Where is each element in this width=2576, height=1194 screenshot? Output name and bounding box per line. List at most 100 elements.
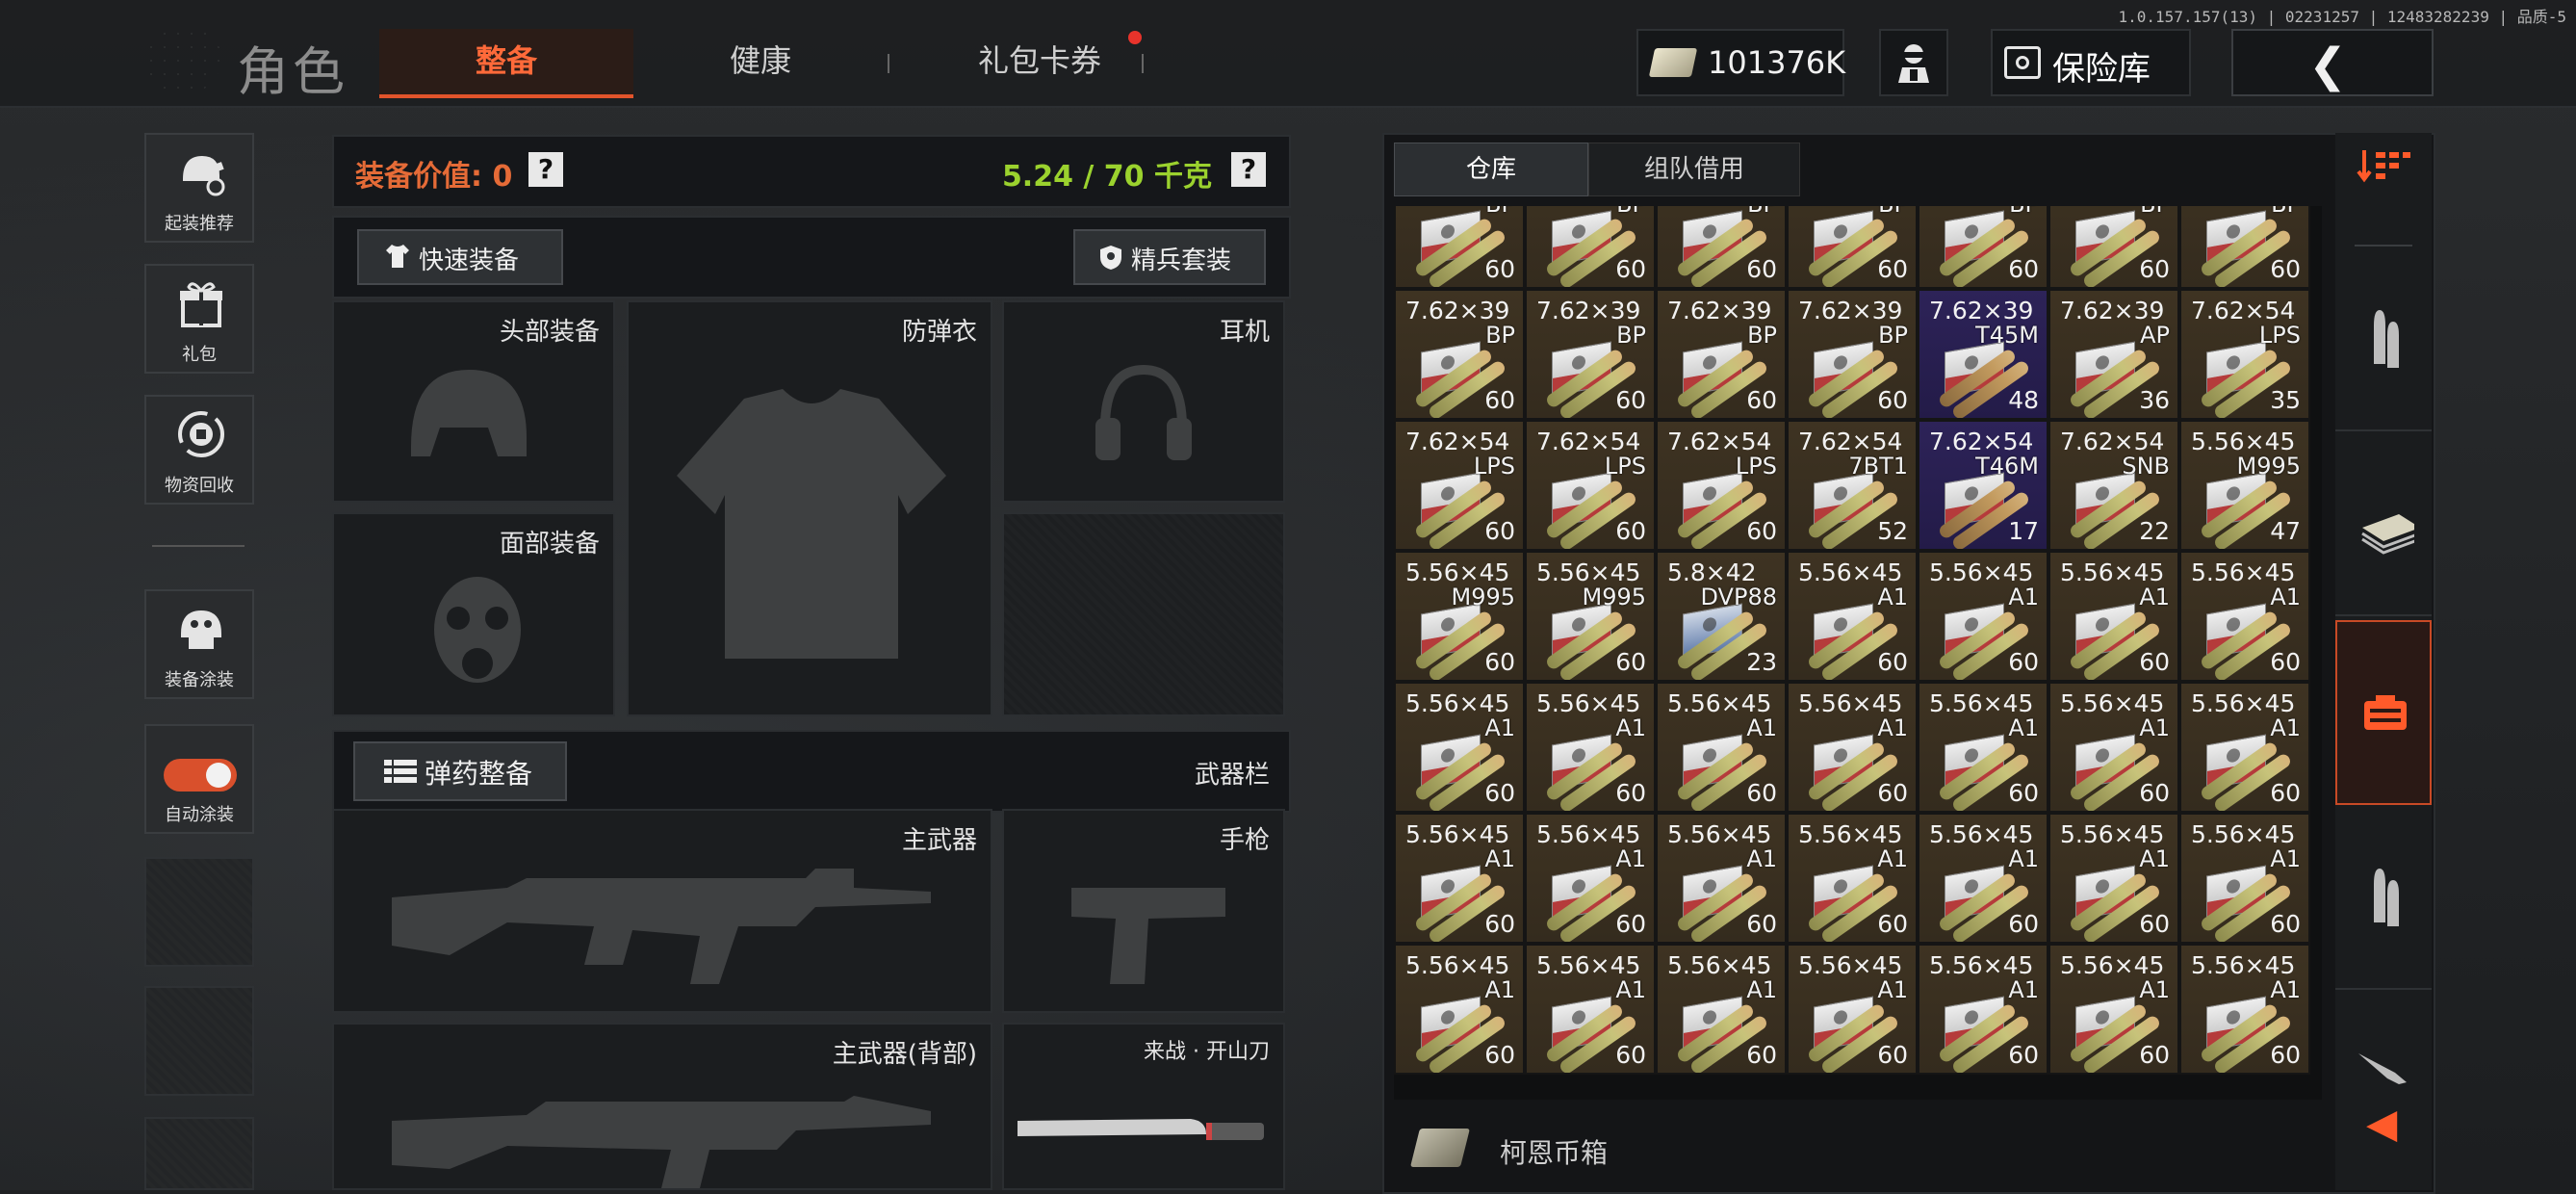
slot-head[interactable]: 头部装备 xyxy=(332,300,615,503)
slot-primary-weapon-back[interactable]: 主武器(背部) xyxy=(332,1023,992,1190)
category-cash[interactable] xyxy=(2335,433,2432,616)
item-caliber: 7.62×39 xyxy=(1929,297,2034,324)
inventory-item[interactable]: 7.62×39 BP 60 xyxy=(1787,289,1918,420)
inventory-item[interactable]: 7.62×54 7BT1 52 xyxy=(1787,420,1918,551)
slot-headset[interactable]: 耳机 xyxy=(1002,300,1285,503)
inventory-item[interactable]: 7.62×54 LPS 60 xyxy=(1525,420,1656,551)
sort-icon[interactable] xyxy=(2357,146,2410,185)
inventory-item[interactable]: 5.56×45 M995 60 xyxy=(1525,551,1656,682)
item-type: A1 xyxy=(1484,845,1515,872)
item-quantity: 60 xyxy=(2270,648,2301,676)
coin-box-row[interactable]: 柯恩币箱 xyxy=(1410,1123,2278,1179)
inventory-item[interactable]: 5.56×45 A1 60 xyxy=(1787,682,1918,813)
inventory-item[interactable]: 7.62×39 AP 36 xyxy=(2048,289,2179,420)
inventory-item[interactable]: 5.56×45 A1 60 xyxy=(2048,682,2179,813)
inventory-item[interactable]: 7.62×54 LPS 60 xyxy=(1394,420,1525,551)
auto-paint-toggle[interactable] xyxy=(164,759,237,792)
inventory-item[interactable]: 5.56×45 A1 60 xyxy=(1918,813,2048,944)
category-ammo[interactable] xyxy=(2335,248,2432,431)
slot-primary-weapon[interactable]: 主武器 xyxy=(332,809,992,1013)
inventory-item[interactable]: BP 60 xyxy=(1656,206,1787,289)
inventory-item[interactable]: 7.62×54 LPS 60 xyxy=(1656,420,1787,551)
inventory-item[interactable]: 5.56×45 A1 60 xyxy=(1394,813,1525,944)
tab-equip[interactable]: 整备 xyxy=(379,29,633,98)
inventory-item[interactable]: 7.62×54 LPS 35 xyxy=(2179,289,2310,420)
elite-set-button[interactable]: 精兵套装 xyxy=(1073,229,1266,285)
slot-pistol[interactable]: 手枪 xyxy=(1002,809,1285,1013)
inventory-item[interactable]: BP 60 xyxy=(1394,206,1525,289)
inventory-item[interactable]: 7.62×39 BP 60 xyxy=(1656,289,1787,420)
sidebar-item-auto-paint[interactable]: 自动涂装 xyxy=(144,724,254,834)
item-caliber: 5.56×45 xyxy=(2191,951,2296,979)
inventory-item[interactable]: 5.56×45 A1 60 xyxy=(2179,944,2310,1075)
inventory-item[interactable]: 7.62×54 SNB 22 xyxy=(2048,420,2179,551)
ammo-prep-button[interactable]: 弹药整备 xyxy=(353,741,567,801)
agent-button[interactable] xyxy=(1879,29,1948,96)
inventory-item[interactable]: 5.56×45 A1 60 xyxy=(2179,813,2310,944)
slot-face[interactable]: 面部装备 xyxy=(332,512,615,716)
inventory-item[interactable]: 5.56×45 A1 60 xyxy=(2179,551,2310,682)
slot-melee[interactable]: 来战 · 开山刀 xyxy=(1002,1023,1285,1190)
sidebar-item-gift[interactable]: 礼包 xyxy=(144,264,254,374)
slot-armor[interactable]: 防弹衣 xyxy=(627,300,992,716)
inventory-item[interactable]: 7.62×39 BP 60 xyxy=(1525,289,1656,420)
inventory-item[interactable]: 5.56×45 A1 60 xyxy=(1918,944,2048,1075)
currency-display[interactable]: 101376K xyxy=(1636,29,1845,96)
inventory-item[interactable]: 5.56×45 A1 60 xyxy=(1918,551,2048,682)
item-caliber: 5.56×45 xyxy=(1405,689,1510,717)
inventory-item[interactable]: 7.62×39 BP 60 xyxy=(1394,289,1525,420)
item-quantity: 60 xyxy=(2270,1041,2301,1069)
item-type: A1 xyxy=(2270,584,2301,610)
inventory-item[interactable]: 5.56×45 A1 60 xyxy=(1787,813,1918,944)
inventory-item[interactable]: 5.56×45 M995 47 xyxy=(2179,420,2310,551)
sidebar-item-recycle[interactable]: 物资回收 xyxy=(144,395,254,505)
quick-equip-button[interactable]: 快速装备 xyxy=(357,229,563,285)
notification-dot xyxy=(1128,31,1142,44)
collapse-button[interactable]: ◀ xyxy=(2335,1088,2432,1165)
inventory-item[interactable]: 5.56×45 A1 60 xyxy=(1394,944,1525,1075)
category-ammo-2[interactable] xyxy=(2335,807,2432,990)
agent-icon xyxy=(1898,44,1929,83)
inventory-item[interactable]: BP 60 xyxy=(2179,206,2310,289)
inventory-item[interactable]: 5.56×45 A1 60 xyxy=(2179,682,2310,813)
inventory-item[interactable]: BP 60 xyxy=(2048,206,2179,289)
inventory-item[interactable]: 5.56×45 A1 60 xyxy=(2048,551,2179,682)
inventory-item[interactable]: BP 60 xyxy=(1525,206,1656,289)
inventory-item[interactable]: 5.8×42 DVP88 23 xyxy=(1656,551,1787,682)
inventory-item[interactable]: 7.62×54 T46M 17 xyxy=(1918,420,2048,551)
inventory-item[interactable]: 5.56×45 A1 60 xyxy=(1394,682,1525,813)
category-ammo-crate[interactable] xyxy=(2335,620,2432,805)
back-button[interactable]: ❮ xyxy=(2231,29,2434,96)
item-type: BP xyxy=(1747,322,1777,349)
inventory-item[interactable]: 5.56×45 A1 60 xyxy=(1656,813,1787,944)
tab-gift-cards[interactable]: 礼包卡券 xyxy=(924,37,1155,81)
inventory-item[interactable]: 5.56×45 A1 60 xyxy=(1525,944,1656,1075)
category-knife[interactable] xyxy=(2335,992,2432,1084)
inventory-item[interactable]: 5.56×45 A1 60 xyxy=(2048,944,2179,1075)
tab-health[interactable]: 健康 xyxy=(674,37,847,81)
inventory-item[interactable]: BP 60 xyxy=(1787,206,1918,289)
knife-icon xyxy=(2358,1053,2407,1084)
value-help-button[interactable]: ? xyxy=(528,152,563,187)
vault-button[interactable]: 保险库 xyxy=(1991,29,2191,96)
sidebar-item-paint[interactable]: 装备涂装 xyxy=(144,589,254,699)
weight-help-button[interactable]: ? xyxy=(1231,152,1266,187)
tab-team-borrow[interactable]: 组队借用 xyxy=(1588,143,1800,196)
inventory-item[interactable]: BP 60 xyxy=(1918,206,2048,289)
inventory-item[interactable]: 5.56×45 A1 60 xyxy=(1656,682,1787,813)
item-caliber: 5.8×42 xyxy=(1667,558,1757,586)
inventory-item[interactable]: 7.62×39 T45M 48 xyxy=(1918,289,2048,420)
inventory-item[interactable]: 5.56×45 M995 60 xyxy=(1394,551,1525,682)
tab-warehouse[interactable]: 仓库 xyxy=(1394,143,1588,196)
inventory-item[interactable]: 5.56×45 A1 60 xyxy=(2048,813,2179,944)
inventory-item[interactable]: 5.56×45 A1 60 xyxy=(1787,944,1918,1075)
inventory-item[interactable]: 5.56×45 A1 60 xyxy=(1525,813,1656,944)
inventory-item[interactable]: 5.56×45 A1 60 xyxy=(1656,944,1787,1075)
item-quantity: 60 xyxy=(2139,648,2170,676)
item-caliber: 7.62×54 xyxy=(2060,428,2165,455)
sidebar-item-loadout-recommend[interactable]: 起装推荐 xyxy=(144,133,254,243)
inventory-item[interactable]: 5.56×45 A1 60 xyxy=(1525,682,1656,813)
inventory-item[interactable]: 5.56×45 A1 60 xyxy=(1787,551,1918,682)
inventory-item[interactable]: 5.56×45 A1 60 xyxy=(1918,682,2048,813)
inventory-grid[interactable]: BP60BP60BP60BP60BP60BP60BP607.62×39BP607… xyxy=(1394,206,2322,1100)
